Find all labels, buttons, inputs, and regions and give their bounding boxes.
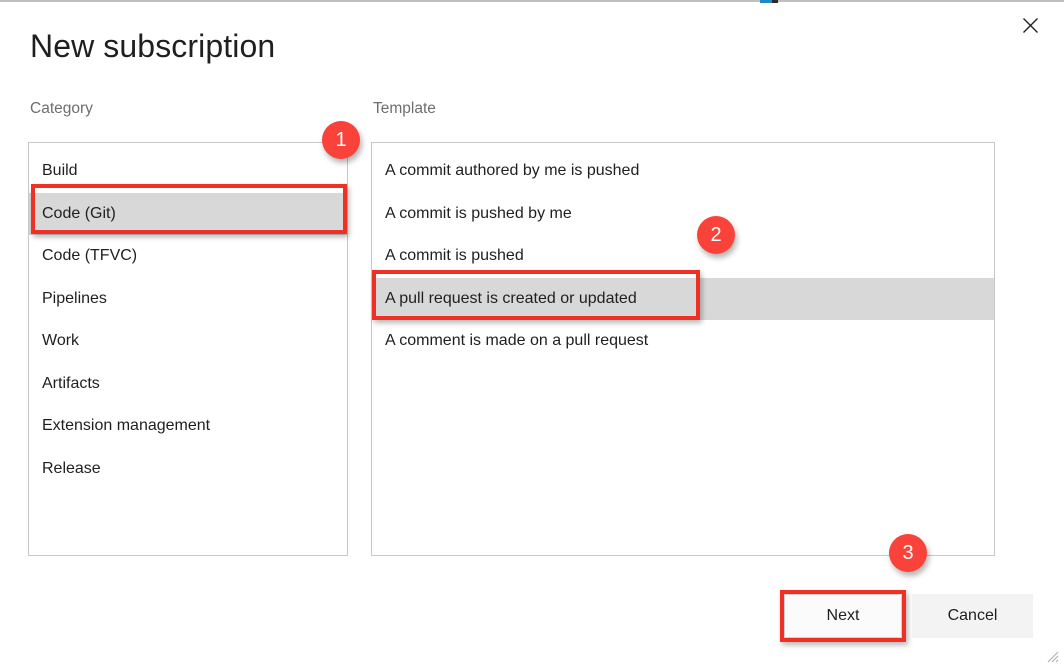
- resize-grip-icon[interactable]: [1045, 649, 1059, 663]
- category-item-artifacts[interactable]: Artifacts: [29, 363, 347, 406]
- cancel-button[interactable]: Cancel: [912, 594, 1033, 638]
- category-column-label: Category: [30, 100, 93, 117]
- template-item-a-comment-is-made-on-a-pull-request[interactable]: A comment is made on a pull request: [372, 320, 994, 363]
- category-list-items: Build Code (Git) Code (TFVC) Pipelines Work A…: [29, 143, 347, 490]
- template-list-items: A commit authored by me is pushed A commi…: [372, 143, 994, 363]
- template-item-a-pull-request-is-created-or-updated[interactable]: A pull request is created or updated: [372, 277, 994, 320]
- window-top-border: [0, 0, 1064, 2]
- close-icon: [1022, 17, 1039, 34]
- category-item-build[interactable]: Build: [29, 150, 347, 193]
- category-item-work[interactable]: Work: [29, 320, 347, 363]
- category-item-pipelines[interactable]: Pipelines: [29, 278, 347, 321]
- template-list[interactable]: A commit authored by me is pushed A commi…: [371, 142, 995, 556]
- category-item-extension-management[interactable]: Extension management: [29, 405, 347, 448]
- template-item-a-commit-authored-by-me-is-pushed[interactable]: A commit authored by me is pushed: [372, 150, 994, 193]
- template-item-a-commit-is-pushed-by-me[interactable]: A commit is pushed by me: [372, 193, 994, 236]
- close-button[interactable]: [1010, 6, 1050, 44]
- category-list[interactable]: Build Code (Git) Code (TFVC) Pipelines Work A…: [28, 142, 348, 556]
- category-item-code-git[interactable]: Code (Git): [29, 192, 347, 235]
- template-column-label: Template: [373, 100, 436, 117]
- page-title: New subscription: [30, 28, 276, 64]
- next-button[interactable]: Next: [784, 594, 902, 638]
- category-item-code-tfvc[interactable]: Code (TFVC): [29, 235, 347, 278]
- template-item-a-commit-is-pushed[interactable]: A commit is pushed: [372, 235, 994, 278]
- window-top-accent-dark: [772, 0, 778, 3]
- category-item-release[interactable]: Release: [29, 448, 347, 491]
